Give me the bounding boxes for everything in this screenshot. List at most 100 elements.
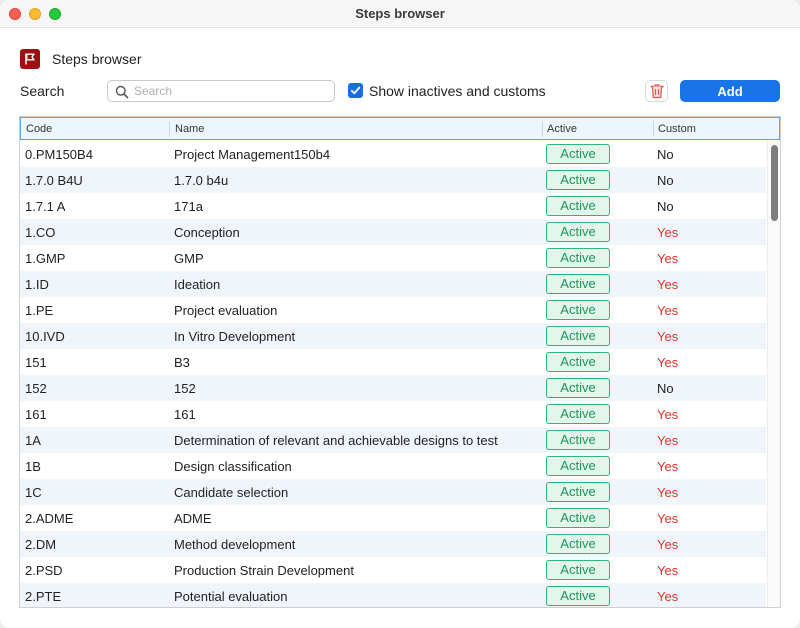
app-header: Steps browser <box>20 48 141 70</box>
cell-name: Conception <box>174 225 240 240</box>
trash-icon <box>649 84 664 99</box>
cell-custom: Yes <box>657 563 679 578</box>
cell-name: Determination of relevant and achievable… <box>174 433 498 448</box>
status-badge: Active <box>546 274 610 294</box>
status-badge: Active <box>546 326 610 346</box>
table-row[interactable]: 2.DM Method development Active Yes <box>20 531 766 557</box>
cell-name: GMP <box>174 251 204 266</box>
steps-table: Code Name Active Custom 0.PM150B4 Project… <box>19 116 781 608</box>
table-row[interactable]: 2.PTE Potential evaluation Active Yes <box>20 583 766 607</box>
steps-browser-window: Steps browser Steps browser Search Show … <box>0 0 800 628</box>
cell-code: 2.PSD <box>25 563 63 578</box>
page-title: Steps browser <box>52 51 142 67</box>
search-icon <box>115 85 129 99</box>
cell-custom: No <box>657 199 674 214</box>
cell-name: 1.7.0 b4u <box>174 173 229 188</box>
cell-name: Design classification <box>174 459 292 474</box>
cell-custom: Yes <box>657 277 679 292</box>
column-divider[interactable] <box>542 121 543 137</box>
cell-code: 1.GMP <box>25 251 66 266</box>
cell-name: Candidate selection <box>174 485 289 500</box>
column-header-code[interactable]: Code <box>26 123 52 135</box>
cell-custom: Yes <box>657 225 679 240</box>
show-inactives-label[interactable]: Show inactives and customs <box>369 83 546 99</box>
table-row[interactable]: 1A Determination of relevant and achievab… <box>20 427 766 453</box>
cell-custom: Yes <box>657 589 679 604</box>
status-badge: Active <box>546 560 610 580</box>
status-badge: Active <box>546 508 610 528</box>
scrollbar-thumb[interactable] <box>771 145 778 221</box>
search-field[interactable] <box>107 80 335 102</box>
cell-custom: Yes <box>657 459 679 474</box>
cell-custom: Yes <box>657 355 679 370</box>
cell-custom: No <box>657 173 674 188</box>
status-badge: Active <box>546 144 610 164</box>
cell-code: 2.ADME <box>25 511 74 526</box>
column-header-active[interactable]: Active <box>547 123 577 135</box>
cell-name: Potential evaluation <box>174 589 288 604</box>
add-button[interactable]: Add <box>680 80 780 102</box>
table-row[interactable]: 152 152 Active No <box>20 375 766 401</box>
status-badge: Active <box>546 248 610 268</box>
column-header-custom[interactable]: Custom <box>658 123 696 135</box>
table-row[interactable]: 2.PSD Production Strain Development Active… <box>20 557 766 583</box>
cell-code: 2.PTE <box>25 589 62 604</box>
column-divider[interactable] <box>653 121 654 137</box>
table-row[interactable]: 151 B3 Active Yes <box>20 349 766 375</box>
cell-code: 152 <box>25 381 47 396</box>
table-header: Code Name Active Custom <box>20 117 780 140</box>
table-row[interactable]: 1.GMP GMP Active Yes <box>20 245 766 271</box>
cell-name: Project evaluation <box>174 303 278 318</box>
search-input[interactable] <box>134 83 330 99</box>
table-row[interactable]: 0.PM150B4 Project Management150b4 Active No <box>20 141 766 167</box>
cell-code: 1.CO <box>25 225 56 240</box>
delete-button[interactable] <box>645 80 668 102</box>
cell-custom: Yes <box>657 303 679 318</box>
cell-custom: Yes <box>657 511 679 526</box>
status-badge: Active <box>546 300 610 320</box>
cell-name: 171a <box>174 199 203 214</box>
cell-name: Production Strain Development <box>174 563 354 578</box>
cell-name: 152 <box>174 381 196 396</box>
status-badge: Active <box>546 430 610 450</box>
column-divider[interactable] <box>169 121 170 137</box>
status-badge: Active <box>546 586 610 606</box>
cell-name: B3 <box>174 355 190 370</box>
status-badge: Active <box>546 456 610 476</box>
table-row[interactable]: 10.IVD In Vitro Development Active Yes <box>20 323 766 349</box>
table-row[interactable]: 1C Candidate selection Active Yes <box>20 479 766 505</box>
cell-custom: Yes <box>657 329 679 344</box>
cell-custom: No <box>657 381 674 396</box>
cell-code: 161 <box>25 407 47 422</box>
table-row[interactable]: 161 161 Active Yes <box>20 401 766 427</box>
cell-code: 1A <box>25 433 41 448</box>
status-badge: Active <box>546 378 610 398</box>
status-badge: Active <box>546 404 610 424</box>
table-row[interactable]: 1.7.1 A 171a Active No <box>20 193 766 219</box>
status-badge: Active <box>546 482 610 502</box>
cell-name: Method development <box>174 537 296 552</box>
table-row[interactable]: 2.ADME ADME Active Yes <box>20 505 766 531</box>
vertical-scrollbar[interactable] <box>767 141 780 607</box>
table-row[interactable]: 1.PE Project evaluation Active Yes <box>20 297 766 323</box>
cell-name: Ideation <box>174 277 221 292</box>
flag-icon <box>20 49 40 69</box>
cell-name: Project Management150b4 <box>174 147 331 162</box>
cell-code: 2.DM <box>25 537 57 552</box>
checkmark-icon <box>350 86 361 95</box>
cell-custom: Yes <box>657 485 679 500</box>
status-badge: Active <box>546 170 610 190</box>
table-row[interactable]: 1.ID Ideation Active Yes <box>20 271 766 297</box>
column-header-name[interactable]: Name <box>175 123 204 135</box>
cell-custom: No <box>657 147 674 162</box>
show-inactives-checkbox[interactable] <box>348 83 363 98</box>
table-row[interactable]: 1.7.0 B4U 1.7.0 b4u Active No <box>20 167 766 193</box>
table-row[interactable]: 1B Design classification Active Yes <box>20 453 766 479</box>
cell-code: 1.PE <box>25 303 54 318</box>
cell-code: 1.ID <box>25 277 49 292</box>
table-row[interactable]: 1.CO Conception Active Yes <box>20 219 766 245</box>
search-label: Search <box>20 83 65 99</box>
cell-custom: Yes <box>657 433 679 448</box>
status-badge: Active <box>546 352 610 372</box>
status-badge: Active <box>546 222 610 242</box>
